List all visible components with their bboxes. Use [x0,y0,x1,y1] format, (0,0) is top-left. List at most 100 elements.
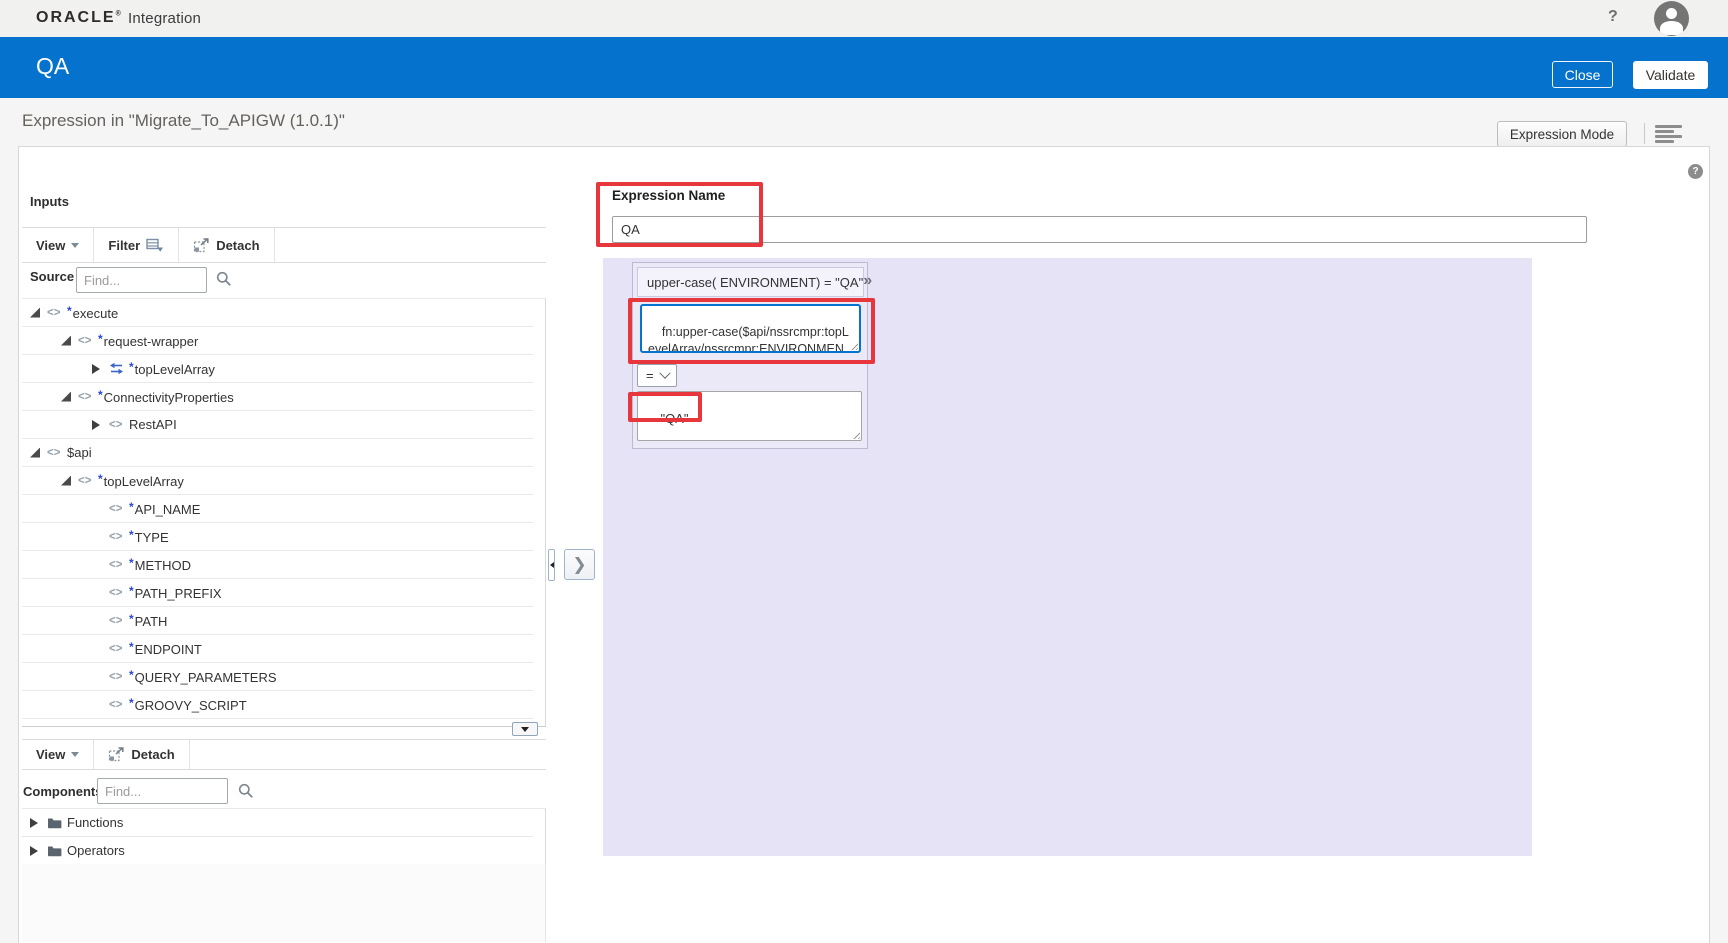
tree-node-operators[interactable]: Operators [22,837,533,864]
tree-node-label: *request-wrapper [98,332,198,349]
tree-node-path-prefix[interactable]: <>*PATH_PREFIX [22,579,533,607]
xml-element-icon: <> [109,503,129,515]
tree-node-label: Operators [67,843,125,858]
xml-element-icon: <> [109,419,129,431]
operator-select[interactable]: = [637,364,677,387]
user-avatar[interactable] [1654,1,1689,36]
source-toolbar: View Filter Detach [22,227,546,263]
tree-node-execute[interactable]: <>*execute [22,299,533,327]
components-label: Components [23,784,102,799]
tree-node-label: *GROOVY_SCRIPT [129,696,247,713]
tree-node-label: *ENDPOINT [129,640,202,657]
filter-button[interactable]: Filter [94,228,179,262]
help-icon[interactable]: ? [1608,8,1618,26]
source-find-input[interactable] [76,267,207,293]
right-operand-value: "QA" [660,411,688,426]
tree-node-label: *METHOD [129,556,191,573]
expand-chevrons-icon[interactable]: » [863,272,881,292]
tree-node-toplevelarray[interactable]: <>*topLevelArray [22,467,533,495]
required-asterisk: * [98,388,103,402]
tree-node-label: *ConnectivityProperties [98,388,234,405]
required-asterisk: * [129,696,134,710]
expression-mode-button[interactable]: Expression Mode [1497,121,1627,147]
detach-icon [108,747,125,762]
chevron-down-icon [659,367,670,378]
search-icon[interactable] [216,271,232,287]
expression-name-input[interactable] [612,216,1587,243]
tree-node-restapi[interactable]: <>RestAPI [22,411,533,439]
collapse-node-icon[interactable] [30,448,47,458]
context-help-icon[interactable]: ? [1688,164,1703,179]
expand-node-icon[interactable] [92,364,109,374]
page-title: QA [36,53,69,80]
tree-node-type[interactable]: <>*TYPE [22,523,533,551]
tree-node-request-wrapper[interactable]: <>*request-wrapper [22,327,533,355]
move-to-expression-button[interactable]: ❯ [564,549,595,580]
close-button[interactable]: Close [1552,61,1613,88]
folder-icon [47,845,67,857]
left-operand-textarea[interactable]: fn:upper-case($api/nssrcmpr:topLevelArra… [640,304,861,353]
xml-element-icon: <> [47,307,67,319]
xml-element-icon: <> [47,447,67,459]
avatar-head-icon [1666,8,1677,19]
tree-node-query-parameters[interactable]: <>*QUERY_PARAMETERS [22,663,533,691]
required-asterisk: * [129,500,134,514]
view-menu-button[interactable]: View [22,228,94,262]
components-panel-footer [22,864,546,942]
required-asterisk: * [67,304,72,318]
expression-breadcrumb-title: Expression in "Migrate_To_APIGW (1.0.1)" [22,111,345,131]
condition-summary-chip[interactable]: upper-case( ENVIRONMENT) = "QA" » [637,267,864,297]
tree-node-connectivityproperties[interactable]: <>*ConnectivityProperties [22,383,533,411]
product-name: Integration [128,10,201,27]
tree-node--api[interactable]: <>$api [22,439,533,467]
required-asterisk: * [129,360,134,374]
tree-node-authentication-type[interactable]: <>*AUTHENTICATION_TYPE [22,719,533,727]
toolbar-divider [1644,123,1645,144]
tree-node-label: *topLevelArray [129,360,215,377]
right-operand-textarea[interactable]: "QA" [637,391,862,441]
tree-scroll-down-button[interactable] [512,722,538,736]
expand-node-icon[interactable] [30,846,47,856]
collapse-node-icon[interactable] [61,336,78,346]
collapse-node-icon[interactable] [61,476,78,486]
search-icon[interactable] [238,783,254,799]
panel-collapse-handle[interactable] [548,549,555,581]
detach-button[interactable]: Detach [179,228,274,262]
tree-node-endpoint[interactable]: <>*ENDPOINT [22,635,533,663]
resize-handle[interactable] [851,430,860,439]
tree-node-toplevelarray[interactable]: *topLevelArray [22,355,533,383]
tree-node-functions[interactable]: Functions [22,809,533,837]
validate-button[interactable]: Validate [1633,61,1708,89]
xml-element-icon: <> [109,531,129,543]
list-menu-icon[interactable] [1655,125,1682,143]
expand-node-icon[interactable] [30,818,47,828]
tree-node-method[interactable]: <>*METHOD [22,551,533,579]
components-find-input[interactable] [97,778,228,804]
required-asterisk: * [129,668,134,682]
tree-node-label: *API_NAME [129,500,200,517]
tree-node-label: *AUTHENTICATION_TYPE [129,724,289,727]
expand-node-icon[interactable] [92,420,109,430]
tree-node-groovy-script[interactable]: <>*GROOVY_SCRIPT [22,691,533,719]
chevron-down-icon [71,752,79,757]
view-menu-button[interactable]: View [22,740,94,769]
collapse-node-icon[interactable] [61,392,78,402]
tree-node-path[interactable]: <>*PATH [22,607,533,635]
top-bar: ORACLE® Integration ? [0,0,1728,37]
filter-label: Filter [108,238,140,253]
repeating-element-icon [109,362,129,375]
xml-element-icon: <> [109,699,129,711]
collapse-node-icon[interactable] [30,308,47,318]
tree-node-label: *QUERY_PARAMETERS [129,668,277,685]
expression-name-label: Expression Name [612,188,725,203]
triangle-left-icon [550,562,554,568]
required-asterisk: * [129,584,134,598]
xml-element-icon: <> [109,587,129,599]
tree-node-api-name[interactable]: <>*API_NAME [22,495,533,523]
required-asterisk: * [98,332,103,346]
resize-handle[interactable] [849,341,858,350]
detach-icon [193,238,210,253]
view-menu-label: View [36,747,65,762]
triangle-down-icon [521,727,529,732]
detach-button[interactable]: Detach [94,740,189,769]
